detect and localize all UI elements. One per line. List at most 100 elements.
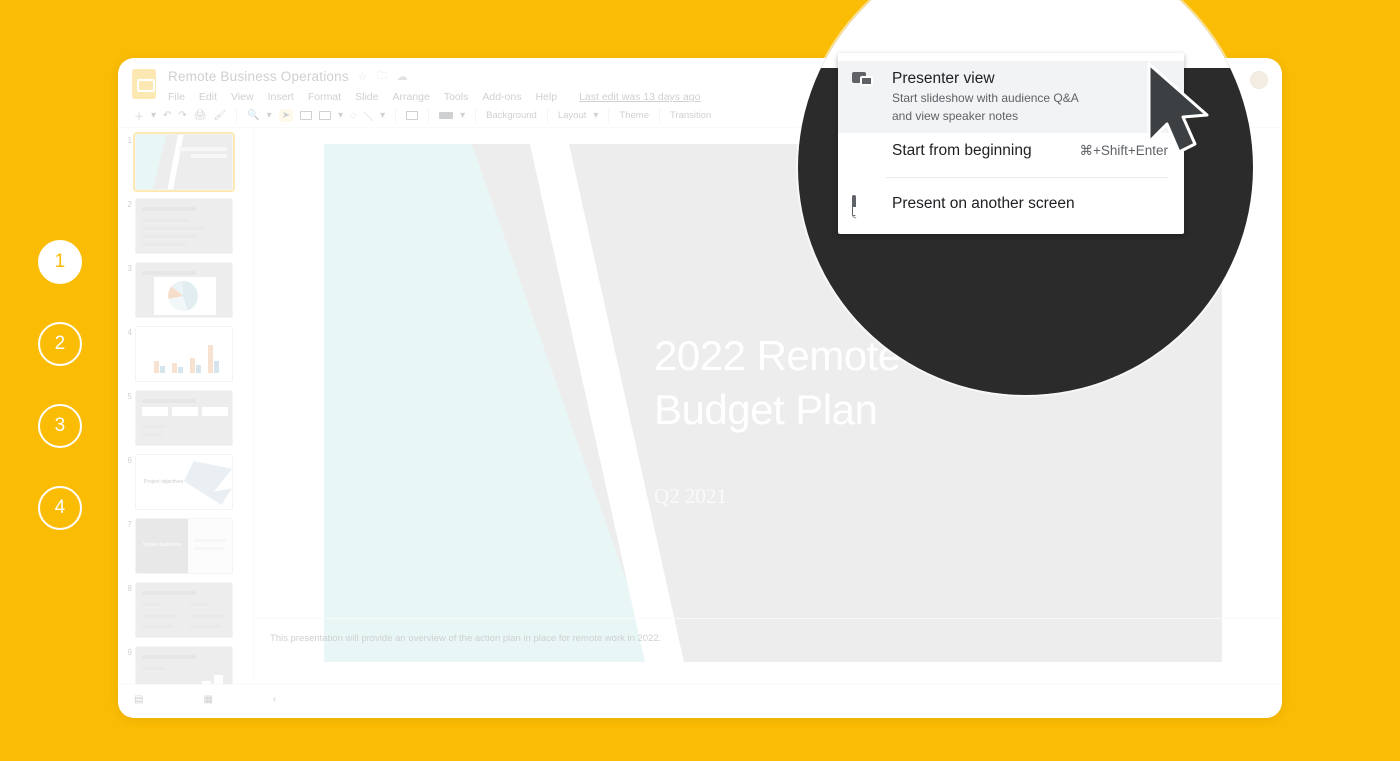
thumb-title-line — [179, 147, 227, 151]
filmstrip-item[interactable]: 2 — [122, 198, 249, 254]
toolbar-divider — [428, 109, 429, 122]
print-icon[interactable]: 🖨 — [194, 110, 207, 121]
step-indicator-2[interactable]: 2 — [38, 322, 82, 366]
theme-button[interactable]: Theme — [619, 110, 649, 121]
last-edit-link[interactable]: Last edit was 13 days ago — [579, 91, 700, 103]
layout-caret-icon[interactable]: ▾ — [593, 110, 598, 121]
menu-format[interactable]: Format — [308, 91, 341, 103]
filmstrip-item[interactable]: 3 — [122, 262, 249, 318]
slide-thumbnail-7[interactable]: Target audience — [135, 518, 233, 574]
fill-caret-icon[interactable]: ▾ — [460, 110, 465, 121]
thumb-bar — [196, 365, 201, 373]
menu-insert[interactable]: Insert — [268, 91, 294, 103]
filmstrip-item[interactable]: 7 Target audience — [122, 518, 249, 574]
filmstrip-item[interactable]: 6 Project objectives — [122, 454, 249, 510]
filmstrip-item[interactable]: 5 — [122, 390, 249, 446]
step-label: 4 — [55, 497, 66, 519]
thumb-line — [142, 219, 190, 222]
textbox-icon[interactable] — [300, 111, 312, 120]
background-button[interactable]: Background — [486, 110, 537, 121]
thumb-card — [142, 407, 168, 416]
new-slide-caret-icon[interactable]: ▾ — [151, 110, 156, 121]
menu-item-start-from-beginning[interactable]: Start from beginning ⌘+Shift+Enter — [838, 133, 1184, 169]
thumb-card — [172, 407, 198, 416]
thumb-line — [190, 615, 226, 618]
move-to-folder-icon[interactable]: 🗀 — [377, 67, 388, 86]
header-actions — [1250, 67, 1268, 104]
zoom-icon[interactable]: 🔍 — [247, 110, 259, 121]
thumb-line — [190, 603, 208, 606]
step-label: 3 — [55, 415, 66, 437]
document-title[interactable]: Remote Business Operations — [168, 69, 349, 84]
thumb-line — [142, 235, 197, 238]
magnified-toolbar: ↗ Slideshow — [798, 0, 1253, 2]
thumb-decor-shape — [184, 461, 232, 505]
menu-file[interactable]: File — [168, 91, 185, 103]
step-indicator-3[interactable]: 3 — [38, 404, 82, 448]
menu-edit[interactable]: Edit — [199, 91, 217, 103]
filmstrip-item[interactable]: 9 — [122, 646, 249, 684]
star-icon[interactable]: ☆ — [358, 70, 368, 83]
slide-thumbnail-2[interactable] — [135, 198, 233, 254]
menu-item-label: Present on another screen — [892, 195, 1075, 213]
thumb-headline — [142, 399, 196, 403]
slideshow-dropdown-menu[interactable]: Presenter view Start slideshow with audi… — [838, 53, 1184, 234]
slide-number: 8 — [122, 582, 132, 593]
undo-icon[interactable]: ↶ — [163, 110, 171, 121]
grid-view-icon[interactable]: ▦ — [203, 694, 212, 705]
shape-icon[interactable]: ◌ — [350, 110, 356, 121]
slide-thumbnail-6[interactable]: Project objectives — [135, 454, 233, 510]
menu-arrange[interactable]: Arrange — [392, 91, 429, 103]
menu-item-description-line2: and view speaker notes — [892, 108, 1079, 124]
slide-number: 7 — [122, 518, 132, 529]
menu-item-presenter-view[interactable]: Presenter view Start slideshow with audi… — [838, 61, 1184, 133]
paint-format-icon[interactable]: 🖌 — [214, 110, 227, 121]
slide-thumbnail-9[interactable] — [135, 646, 233, 684]
slide-number: 2 — [122, 198, 132, 209]
slide-number: 9 — [122, 646, 132, 657]
slide-thumbnail-1[interactable] — [135, 134, 233, 190]
zoom-caret-icon[interactable]: ▾ — [267, 110, 272, 121]
menu-help[interactable]: Help — [535, 91, 557, 103]
filmstrip-view-icon[interactable]: ▤ — [134, 694, 143, 705]
transition-button[interactable]: Transition — [670, 110, 711, 121]
toolbar-divider — [608, 109, 609, 122]
speaker-notes-text: This presentation will provide an overvi… — [270, 633, 661, 644]
step-indicator-4[interactable]: 4 — [38, 486, 82, 530]
menu-tools[interactable]: Tools — [444, 91, 469, 103]
thumb-bar — [190, 358, 195, 373]
slide-number: 5 — [122, 390, 132, 401]
step-label: 1 — [55, 251, 66, 273]
layout-button[interactable]: Layout — [558, 110, 587, 121]
thumb-headline — [142, 271, 196, 275]
new-slide-icon[interactable]: ＋ — [134, 108, 144, 123]
step-indicator-1[interactable]: 1 — [38, 240, 82, 284]
slide-thumbnail-8[interactable] — [135, 582, 233, 638]
select-icon[interactable]: ➤ — [279, 109, 293, 122]
menu-item-present-on-another-screen[interactable]: Present on another screen — [838, 186, 1184, 224]
thumb-pie-chart — [168, 281, 198, 311]
speaker-notes[interactable]: This presentation will provide an overvi… — [254, 618, 1282, 684]
filmstrip-item[interactable]: 8 — [122, 582, 249, 638]
user-avatar[interactable] — [1250, 71, 1268, 89]
menu-slide[interactable]: Slide — [355, 91, 378, 103]
line-icon[interactable]: ＼ — [363, 108, 373, 123]
menu-view[interactable]: View — [231, 91, 254, 103]
filmstrip-item[interactable]: 1 — [122, 134, 249, 190]
slide-thumbnail-3[interactable] — [135, 262, 233, 318]
slide-filmstrip[interactable]: 1 2 — [118, 128, 254, 684]
filmstrip-item[interactable]: 4 — [122, 326, 249, 382]
comment-icon[interactable] — [406, 111, 418, 120]
line-caret-icon[interactable]: ▾ — [380, 110, 385, 121]
thumb-line — [142, 615, 178, 618]
slide-thumbnail-5[interactable] — [135, 390, 233, 446]
menu-addons[interactable]: Add-ons — [482, 91, 521, 103]
image-caret-icon[interactable]: ▾ — [338, 110, 343, 121]
collapse-chevron-icon[interactable]: ‹ — [273, 694, 276, 705]
slide-subtitle[interactable]: Q2 2021 — [654, 484, 727, 509]
slide-thumbnail-4[interactable] — [135, 326, 233, 382]
thumb-bar — [172, 363, 177, 373]
redo-icon[interactable]: ↷ — [178, 110, 186, 121]
fill-color-icon[interactable] — [439, 112, 453, 119]
image-icon[interactable] — [319, 111, 331, 120]
